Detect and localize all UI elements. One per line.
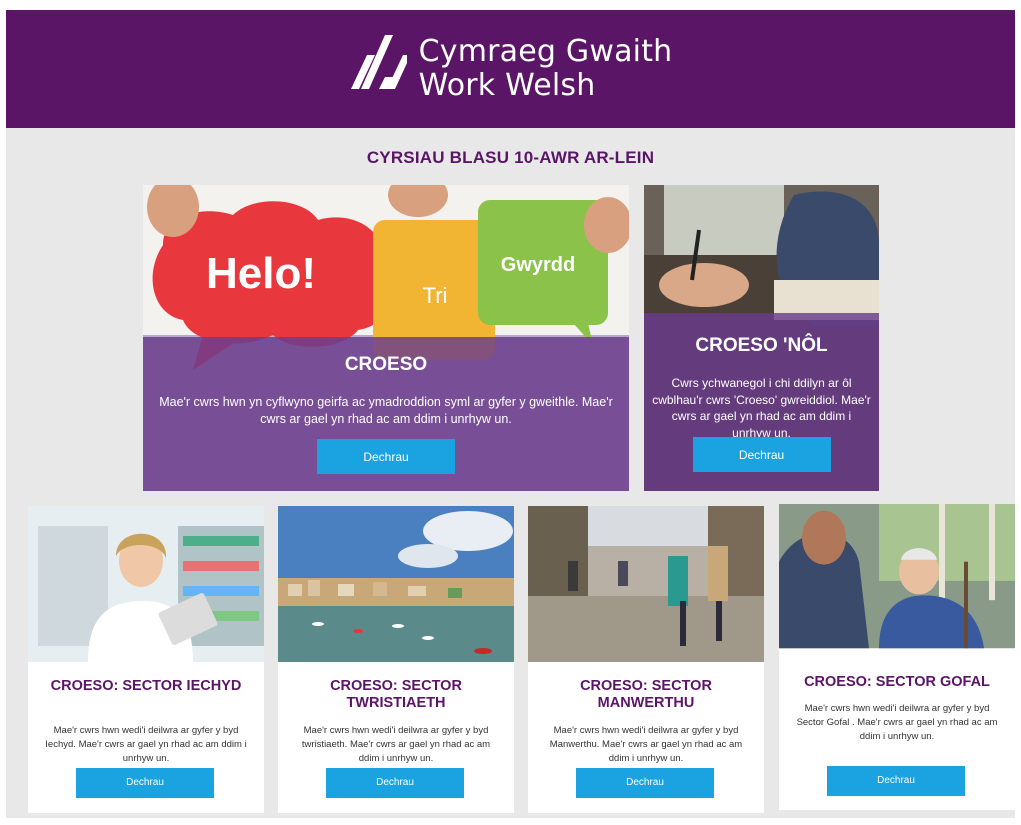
course-title: CROESO: SECTOR IECHYD (50, 678, 242, 694)
bubble-helo: Helo! (206, 249, 316, 298)
start-button[interactable]: Dechrau (326, 768, 464, 798)
courses-section: CYRSIAU BLASU 10-AWR AR-LEIN Helo! Tri G… (6, 128, 1015, 818)
course-title: CROESO: SECTOR TWRISTIAETH (330, 678, 462, 711)
carer-elderly-man-photo (779, 504, 1015, 649)
course-overlay: CROESO 'NÔL Cwrs ychwanegol i chi ddilyn… (644, 313, 879, 491)
harbour-town-photo (278, 506, 514, 662)
course-title: CROESO: SECTOR MANWERTHU (580, 678, 712, 711)
start-button[interactable]: Dechrau (692, 437, 831, 472)
course-card-twristiaeth: CROESO: SECTOR TWRISTIAETH Mae'r cwrs hw… (278, 506, 514, 813)
course-card-gofal: CROESO: SECTOR GOFAL Mae'r cwrs hwn wedi… (779, 504, 1015, 810)
course-description: Mae'r cwrs hwn yn cyflwyno geirfa ac yma… (159, 395, 613, 426)
logo-welsh-name: Cymraeg Gwaith (418, 34, 673, 69)
course-title: CROESO: SECTOR GOFAL (804, 674, 990, 690)
course-overlay: CROESO Mae'r cwrs hwn yn cyflwyno geirfa… (143, 337, 629, 491)
start-button[interactable]: Dechrau (827, 766, 965, 796)
course-title: CROESO (344, 354, 428, 375)
section-title: CYRSIAU BLASU 10-AWR AR-LEIN (366, 148, 655, 167)
start-button[interactable]: Dechrau (317, 439, 455, 474)
logo-english-name: Work Welsh (418, 68, 596, 103)
shopping-street-photo (528, 506, 764, 662)
work-welsh-logo[interactable]: Cymraeg Gwaith Work Welsh (349, 33, 673, 105)
course-description: Mae'r cwrs hwn wedi'i deilwra ar gyfer y… (796, 703, 998, 742)
start-button[interactable]: Dechrau (76, 768, 214, 798)
course-description: Mae'r cwrs hwn wedi'i deilwra ar gyfer y… (45, 725, 247, 764)
course-card-croeso: Helo! Tri Gwyrdd CROESO Mae'r cwrs hwn y… (143, 185, 629, 491)
course-description: Cwrs ychwanegol i chi ddilyn ar ôl cwblh… (652, 376, 871, 440)
course-card-manwerthu: CROESO: SECTOR MANWERTHU Mae'r cwrs hwn … (528, 506, 764, 813)
start-button[interactable]: Dechrau (576, 768, 714, 798)
bubble-gwyrdd: Gwyrdd (501, 254, 575, 276)
course-description: Mae'r cwrs hwn wedi'i deilwra ar gyfer y… (549, 725, 743, 764)
course-title: CROESO 'NÔL (695, 335, 828, 356)
bubble-tri: Tri (423, 283, 448, 308)
logo-text: Cymraeg Gwaith Work Welsh (419, 35, 673, 103)
course-card-croeso-nol: CROESO 'NÔL Cwrs ychwanegol i chi ddilyn… (644, 185, 879, 491)
site-header: Cymraeg Gwaith Work Welsh (6, 10, 1015, 128)
course-description: Mae'r cwrs hwn wedi'i deilwra ar gyfer y… (301, 725, 491, 764)
pharmacist-photo (28, 506, 264, 662)
logo-slash-icon (350, 35, 407, 89)
course-card-iechyd: CROESO: SECTOR IECHYD Mae'r cwrs hwn wed… (28, 506, 264, 813)
